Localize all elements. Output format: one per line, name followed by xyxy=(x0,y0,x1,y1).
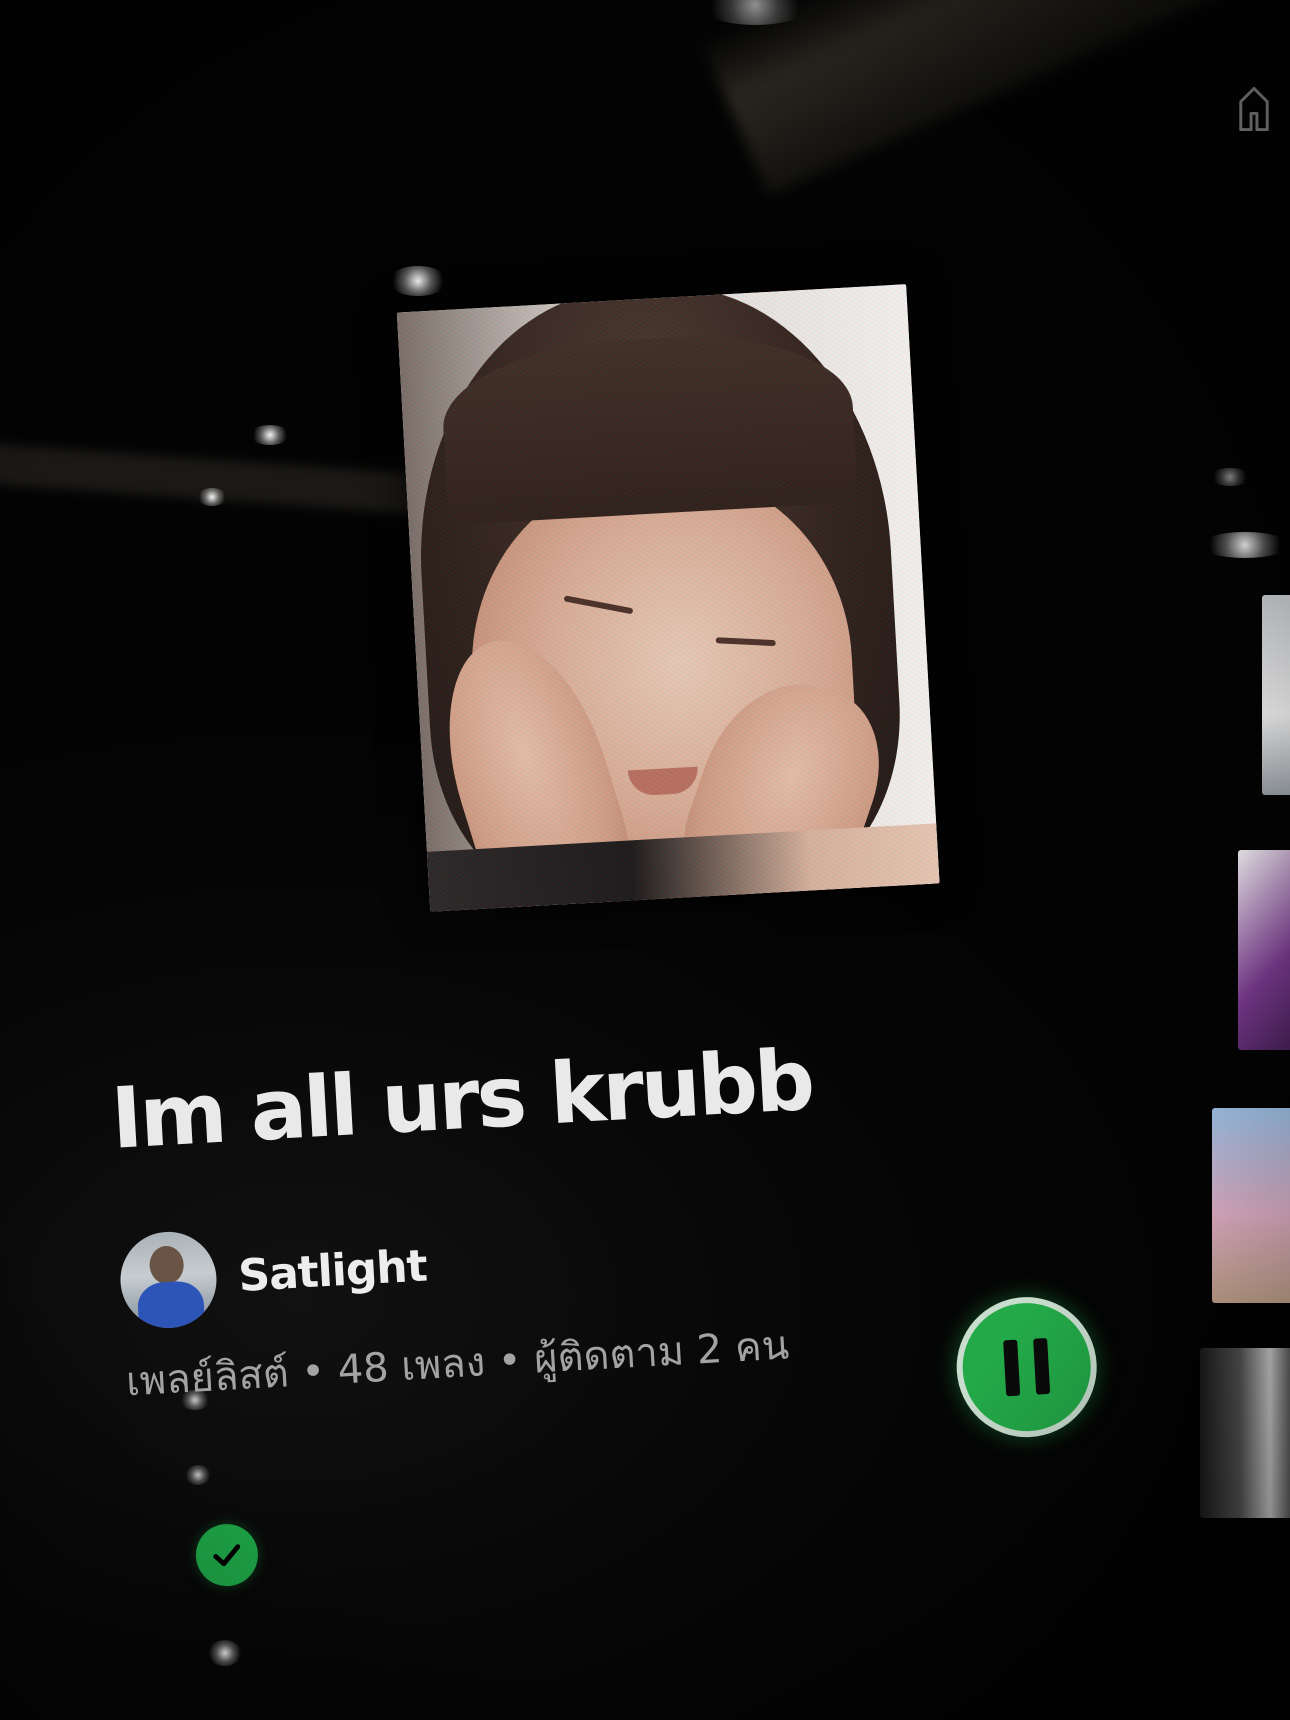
playlist-meta: เพลย์ลิสต์ • 48 เพลง • ผู้ติดตาม 2 คน xyxy=(124,1322,791,1406)
playlist-title: Im all urs krubb xyxy=(108,1030,815,1168)
saved-check-button[interactable] xyxy=(194,1522,260,1588)
adjacent-item-thumbnail[interactable] xyxy=(1200,1348,1290,1518)
owner-avatar[interactable] xyxy=(117,1229,220,1331)
playlist-cover-image xyxy=(396,284,940,912)
pause-button[interactable] xyxy=(952,1293,1101,1441)
adjacent-item-thumbnail[interactable] xyxy=(1212,1108,1290,1303)
adjacent-item-thumbnail[interactable] xyxy=(1238,850,1290,1050)
pause-icon xyxy=(1003,1339,1021,1397)
adjacent-item-thumbnail[interactable] xyxy=(1262,595,1290,795)
check-icon xyxy=(213,1544,241,1567)
playlist-owner[interactable]: Satlight xyxy=(117,1218,429,1331)
photographed-screen: Im all urs krubb Satlight เพลย์ลิสต์ • 4… xyxy=(0,0,1290,1720)
playlist-page: Im all urs krubb Satlight เพลย์ลิสต์ • 4… xyxy=(0,0,1290,1720)
home-icon[interactable] xyxy=(1236,84,1272,134)
pause-icon xyxy=(1033,1337,1051,1395)
owner-name[interactable]: Satlight xyxy=(237,1240,428,1301)
